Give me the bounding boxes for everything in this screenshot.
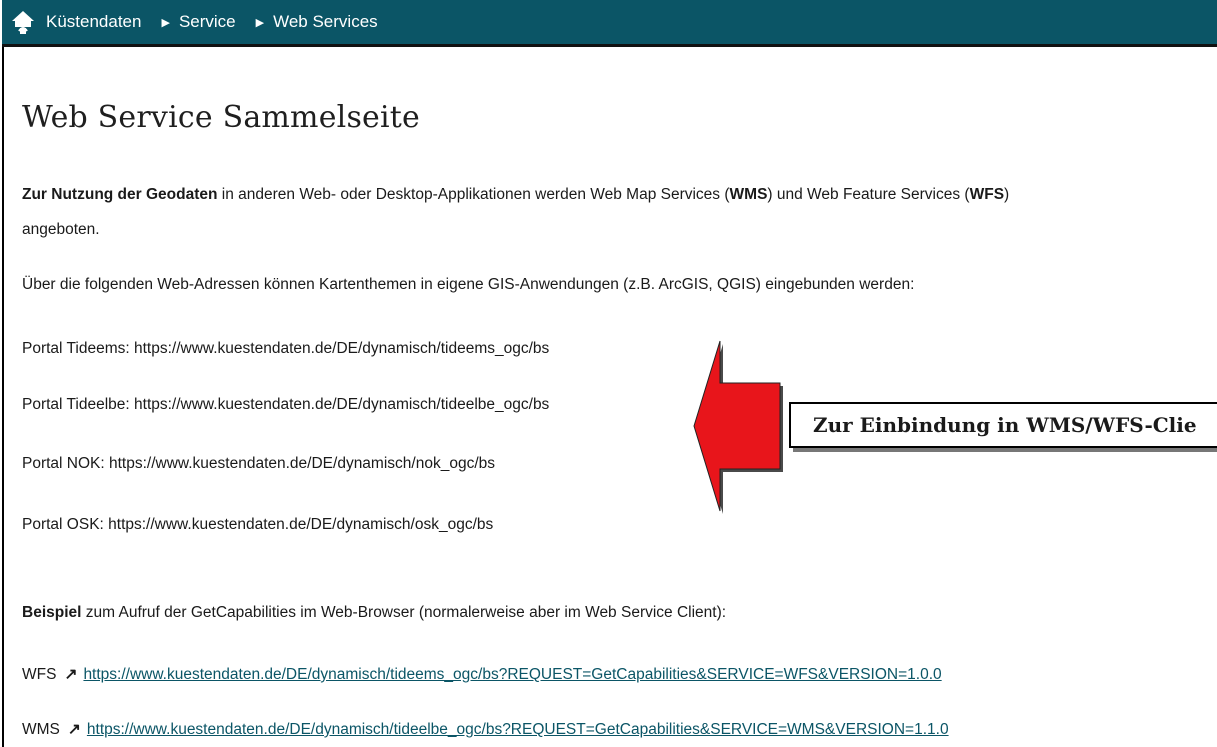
- intro-wfs: WFS: [969, 186, 1005, 203]
- intro-sentence: Über die folgenden Web-Adressen können K…: [22, 276, 915, 293]
- wfs-label: WFS: [22, 666, 57, 683]
- breadcrumb-item-service[interactable]: Service: [179, 12, 236, 32]
- annotation-callout: Zur Einbindung in WMS/WFS-Clie: [789, 402, 1217, 448]
- portal-osk: Portal OSK: https://www.kuestendaten.de/…: [22, 516, 494, 533]
- example-bold: Beispiel: [22, 604, 82, 621]
- example-paragraph: Beispiel zum Aufruf der GetCapabilities …: [22, 604, 726, 622]
- external-link-icon: ↗: [64, 666, 78, 683]
- external-link-icon: ↗: [67, 721, 81, 738]
- red-arrow-annotation: [693, 340, 783, 514]
- wfs-link-row: WFS ↗ https://www.kuestendaten.de/DE/dynam…: [22, 665, 942, 684]
- breadcrumb: Küstendaten ▶ Service ▶ Web Services: [2, 0, 1217, 47]
- page-title: Web Service Sammelseite: [22, 100, 420, 135]
- intro-wms: WMS: [729, 186, 768, 203]
- intro-text-3: ): [1004, 186, 1010, 203]
- wfs-capabilities-link[interactable]: https://www.kuestendaten.de/DE/dynamisch…: [83, 666, 941, 683]
- portal-tideelbe: Portal Tideelbe: https://www.kuestendate…: [22, 396, 550, 413]
- intro-bold: Zur Nutzung der Geodaten: [22, 186, 218, 203]
- intro-line-2: angeboten.: [22, 221, 100, 238]
- chevron-right-icon: ▶: [161, 16, 170, 29]
- wms-capabilities-link[interactable]: https://www.kuestendaten.de/DE/dynamisch…: [87, 721, 949, 738]
- intro-text-1: in anderen Web- oder Desktop-Applikation…: [217, 186, 730, 203]
- breadcrumb-item-kuestendaten[interactable]: Küstendaten: [46, 12, 141, 32]
- wms-link-row: WMS ↗ https://www.kuestendaten.de/DE/dynam…: [22, 720, 949, 739]
- wms-label: WMS: [22, 721, 60, 738]
- example-text: zum Aufruf der GetCapabilities im Web-Br…: [81, 604, 727, 621]
- intro-paragraph: Zur Nutzung der Geodaten in anderen Web-…: [22, 186, 1009, 204]
- portal-nok: Portal NOK: https://www.kuestendaten.de/…: [22, 455, 495, 472]
- home-icon[interactable]: [6, 0, 40, 44]
- portal-tideems: Portal Tideems: https://www.kuestendaten…: [22, 340, 550, 357]
- breadcrumb-item-web-services[interactable]: Web Services: [273, 12, 378, 32]
- intro-text-2: ) und Web Feature Services (: [767, 186, 970, 203]
- chevron-right-icon: ▶: [255, 16, 265, 29]
